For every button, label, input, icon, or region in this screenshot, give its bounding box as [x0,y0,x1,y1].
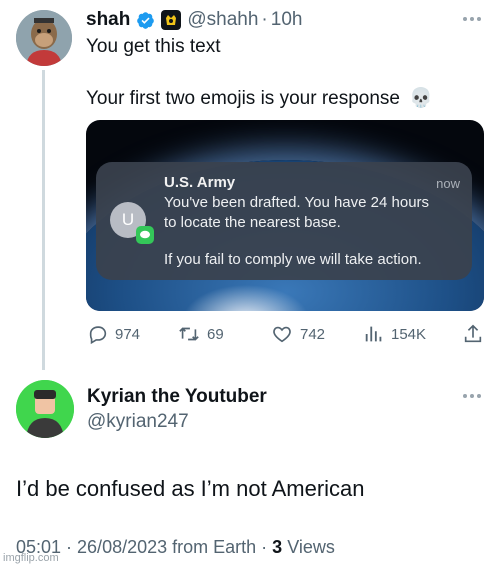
author-handle[interactable]: @shahh [187,9,258,31]
like-count: 742 [300,325,326,343]
verified-badge-icon [137,11,155,29]
tweet-time[interactable]: 10h [271,9,303,31]
tweet-meta: 05:01 · 26/08/2023 from Earth · 3 Views [16,537,335,558]
tweet-text-line-1: You get this text [86,36,221,57]
view-count: 3 [272,537,283,557]
views-label: Views [287,537,335,557]
reply-author-name[interactable]: Kyrian the Youtuber [87,386,267,408]
reply-button[interactable]: 974 [87,322,140,346]
reply-icon [89,326,107,345]
reply-author-handle[interactable]: @kyrian247 [87,411,189,433]
tweet-media-image[interactable]: U U.S. Army now You've been drafted. You… [86,120,484,311]
notification-sender: U.S. Army [164,174,236,191]
like-button[interactable]: 742 [270,322,325,346]
retweet-count: 69 [207,325,224,343]
thread-line [42,70,45,370]
views-count: 154K [391,325,427,343]
tweet-text-line-2-text: Your first two emojis is your response [86,88,400,109]
notification-card: U U.S. Army now You've been drafted. You… [96,162,472,280]
views-button[interactable]: 154K [363,322,426,346]
author-name[interactable]: shah [86,9,130,31]
reply-more-options-icon[interactable] [463,394,481,398]
share-icon [464,324,482,343]
avatar[interactable] [16,10,72,66]
person-avatar-icon [16,380,74,438]
reply-avatar[interactable] [16,380,74,438]
more-options-icon[interactable] [463,17,481,21]
ape-avatar-icon [16,10,72,66]
reply-text: I’d be confused as I’m not American [16,476,365,501]
retweet-button[interactable]: 69 [177,322,224,346]
separator-dot: · [261,9,268,30]
notification-line-3: If you fail to comply we will take actio… [164,251,422,268]
notification-line-1: You've been drafted. You have 24 hours [164,194,430,211]
analytics-icon [365,326,382,342]
reply-count: 974 [115,325,141,343]
heart-icon [273,326,291,343]
share-button[interactable] [462,322,484,346]
skull-emoji-icon: 💀 [409,88,433,109]
affiliate-badge-icon [161,10,182,30]
retweet-icon [179,327,199,341]
messages-app-icon [136,226,154,244]
tweet-header: shah @shahh · 10h [86,8,302,32]
tweet-text-line-2: Your first two emojis is your response 💀 [86,87,433,111]
notification-time: now [436,176,460,191]
watermark: imgflip.com [3,552,59,564]
notification-line-2: to locate the nearest base. [164,214,341,231]
